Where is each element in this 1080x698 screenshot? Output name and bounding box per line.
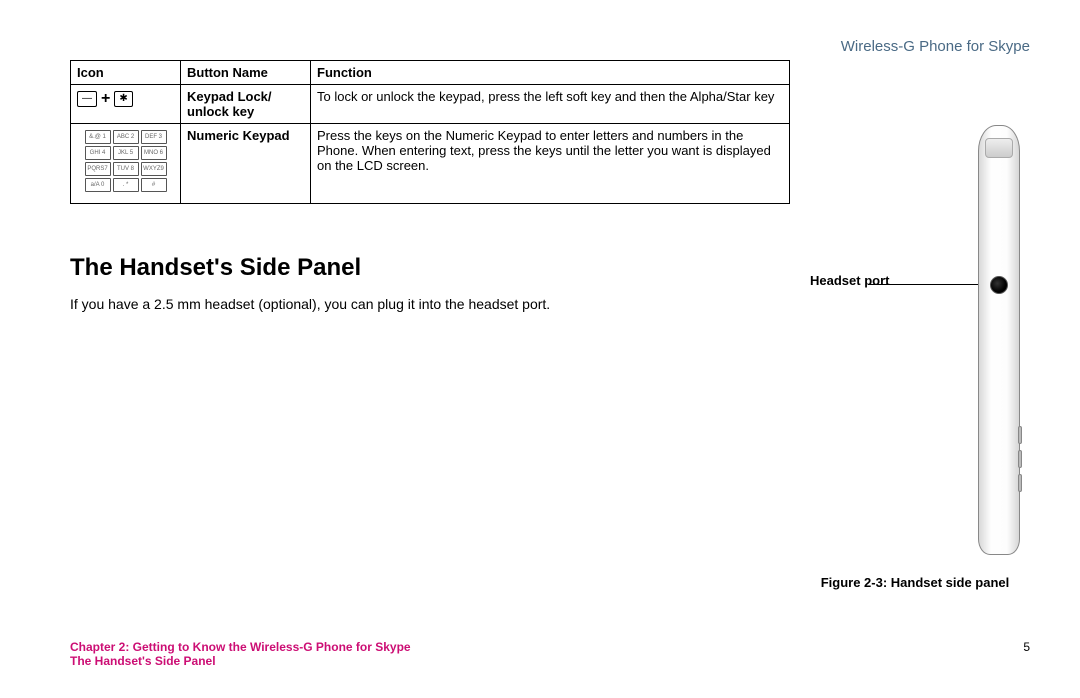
header-product: Wireless-G Phone for Skype — [841, 38, 1030, 55]
footer-section: The Handset's Side Panel — [70, 654, 1030, 668]
figure-handset-side: Headset port Figure 2-3: Handset side pa… — [810, 125, 1020, 595]
callout-line — [868, 284, 978, 285]
handset-side-illustration — [978, 125, 1020, 555]
side-buttons-icon — [1018, 426, 1022, 498]
table-row: &.@ 1ABC 2DEF 3 GHI 4JKL 5MNO 6 PQRS7TUV 8… — [71, 124, 790, 204]
icon-numeric-keypad: &.@ 1ABC 2DEF 3 GHI 4JKL 5MNO 6 PQRS7TUV 8… — [71, 124, 181, 204]
keypad-key-icon: # — [141, 178, 167, 192]
keypad-key-icon: ABC 2 — [113, 130, 139, 144]
footer-chapter: Chapter 2: Getting to Know the Wireless-… — [70, 640, 1030, 654]
keypad-key-icon: GHI 4 — [85, 146, 111, 160]
star-key-icon: ✱ — [114, 91, 132, 107]
th-func: Function — [311, 61, 790, 85]
button-func: To lock or unlock the keypad, press the … — [311, 85, 790, 124]
headset-port-icon — [990, 276, 1008, 294]
keypad-key-icon: WXYZ9 — [141, 162, 167, 176]
figure-caption: Figure 2-3: Handset side panel — [810, 575, 1020, 590]
callout-headset-port: Headset port — [810, 273, 889, 289]
button-func: Press the keys on the Numeric Keypad to … — [311, 124, 790, 204]
keypad-key-icon: . * — [113, 178, 139, 192]
plus-icon: + — [101, 90, 110, 108]
buttons-table: Icon Button Name Function — + ✱ Keypad L… — [70, 60, 790, 204]
table-row: — + ✱ Keypad Lock/ unlock key To lock or… — [71, 85, 790, 124]
keypad-key-icon: TUV 8 — [113, 162, 139, 176]
softkey-icon: — — [77, 91, 97, 107]
button-name: Keypad Lock/ unlock key — [181, 85, 311, 124]
button-name: Numeric Keypad — [181, 124, 311, 204]
keypad-key-icon: a/A 0 — [85, 178, 111, 192]
keypad-key-icon: MNO 6 — [141, 146, 167, 160]
footer-page-number: 5 — [1023, 640, 1030, 654]
keypad-key-icon: JKL 5 — [113, 146, 139, 160]
th-icon: Icon — [71, 61, 181, 85]
keypad-key-icon: DEF 3 — [141, 130, 167, 144]
keypad-icon: &.@ 1ABC 2DEF 3 GHI 4JKL 5MNO 6 PQRS7TUV 8… — [77, 128, 174, 194]
icon-keypad-lock: — + ✱ — [71, 85, 181, 124]
keypad-key-icon: PQRS7 — [85, 162, 111, 176]
keypad-key-icon: &.@ 1 — [85, 130, 111, 144]
th-button: Button Name — [181, 61, 311, 85]
page-footer: Chapter 2: Getting to Know the Wireless-… — [70, 640, 1030, 668]
